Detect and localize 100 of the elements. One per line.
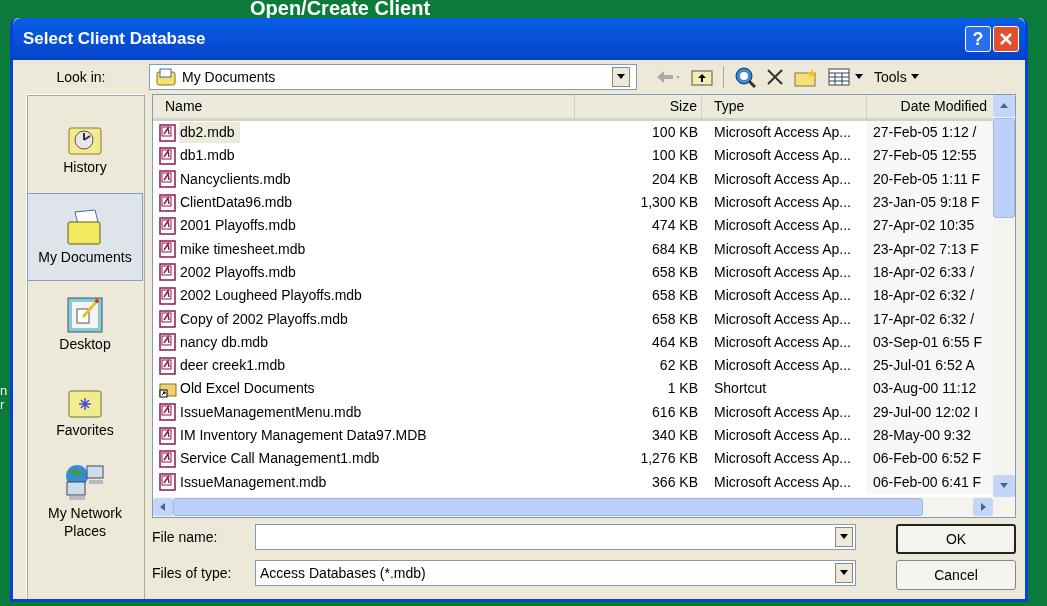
- file-size: 658 KB: [651, 262, 699, 282]
- file-size: 100 KB: [651, 146, 699, 166]
- column-header[interactable]: Size: [575, 95, 702, 118]
- caret-icon: [999, 101, 1009, 111]
- file-type: Microsoft Access Ap...: [713, 262, 852, 282]
- file-name[interactable]: deer creek1.mdb: [179, 355, 287, 377]
- file-size: 658 KB: [651, 286, 699, 306]
- close-icon: [999, 32, 1013, 46]
- horizontal-scrollbar[interactable]: [153, 497, 1015, 517]
- file-type: Microsoft Access Ap...: [713, 402, 852, 422]
- scroll-up-button[interactable]: [993, 95, 1015, 117]
- database-file-icon: [159, 240, 177, 259]
- file-date: 29-Jul-00 12:02 I: [867, 400, 993, 424]
- file-type: Microsoft Access Ap...: [713, 216, 852, 236]
- scroll-thumb[interactable]: [173, 498, 923, 516]
- file-type: Microsoft Access Ap...: [713, 239, 852, 259]
- file-type: Microsoft Access Ap...: [713, 332, 852, 352]
- file-name[interactable]: ClientData96.mdb: [179, 192, 294, 214]
- database-file-icon: [159, 123, 177, 142]
- file-name[interactable]: 2001 Playoffs.mdb: [179, 215, 297, 237]
- file-date: 18-Apr-02 6:32 /: [867, 284, 993, 308]
- caret-icon: [978, 502, 988, 512]
- file-size: 616 KB: [651, 402, 699, 422]
- file-type: Microsoft Access Ap...: [713, 193, 852, 213]
- background-text: n: [0, 384, 8, 398]
- file-size: 474 KB: [651, 216, 699, 236]
- up-folder-icon[interactable]: [691, 68, 713, 86]
- file-name[interactable]: db2.mdb: [179, 122, 241, 144]
- column-header[interactable]: Name: [153, 95, 575, 118]
- file-name[interactable]: 2002 Lougheed Playoffs.mdb: [179, 285, 363, 307]
- folder-icon: [156, 68, 176, 86]
- ok-button[interactable]: OK: [896, 524, 1016, 554]
- scroll-left-button[interactable]: [153, 498, 173, 516]
- views-button[interactable]: [828, 68, 864, 86]
- column-header[interactable]: Date Modified: [867, 95, 993, 118]
- file-size: 100 KB: [651, 123, 699, 143]
- database-file-icon: [159, 333, 177, 352]
- places-item[interactable]: My Documents: [27, 193, 143, 281]
- network-computers-icon: [63, 462, 107, 502]
- file-size: 464 KB: [651, 332, 699, 352]
- database-file-icon: [159, 263, 177, 282]
- file-date: 06-Feb-00 6:41 F: [867, 470, 993, 494]
- scroll-down-button[interactable]: [993, 475, 1015, 497]
- places-item[interactable]: History: [27, 105, 143, 193]
- file-name[interactable]: Old Excel Documents: [179, 378, 316, 400]
- close-button[interactable]: [993, 26, 1019, 52]
- file-size: 62 KB: [658, 356, 699, 376]
- file-size: 658 KB: [651, 309, 699, 329]
- window-title: Select Client Database: [23, 28, 207, 51]
- file-type: Microsoft Access Ap...: [713, 123, 852, 143]
- file-type: Microsoft Access Ap...: [713, 146, 852, 166]
- file-type: Shortcut: [713, 379, 768, 399]
- database-file-icon: [159, 193, 177, 212]
- database-file-icon: [159, 146, 177, 165]
- file-type-label: Files of type:: [152, 563, 233, 583]
- database-file-icon: [159, 449, 177, 468]
- file-name[interactable]: nancy db.mdb: [179, 331, 269, 353]
- file-name[interactable]: db1.mdb: [179, 145, 236, 167]
- file-type: Microsoft Access Ap...: [713, 472, 852, 492]
- file-name[interactable]: IssueManagementMenu.mdb: [179, 401, 363, 423]
- file-date: 27-Feb-05 1:12 /: [867, 121, 993, 145]
- file-name[interactable]: mike timesheet.mdb: [179, 238, 307, 260]
- file-date: 17-Apr-02 6:32 /: [867, 307, 993, 331]
- database-file-icon: [159, 216, 177, 235]
- places-item[interactable]: Desktop: [27, 281, 143, 369]
- delete-icon[interactable]: [766, 68, 784, 86]
- help-button[interactable]: ?: [965, 26, 991, 52]
- database-file-icon: [159, 286, 177, 305]
- places-item[interactable]: Favorites: [27, 369, 143, 457]
- file-name[interactable]: Copy of 2002 Playoffs.mdb: [179, 308, 349, 330]
- vertical-scrollbar[interactable]: [993, 95, 1015, 497]
- places-item[interactable]: My Network Places: [27, 457, 143, 545]
- scroll-right-button[interactable]: [973, 498, 993, 516]
- file-name[interactable]: Nancyclients.mdb: [179, 168, 292, 190]
- star-folder-icon: [67, 387, 103, 419]
- file-name[interactable]: IssueManagement.mdb: [179, 471, 328, 493]
- dropdown-button[interactable]: [612, 67, 630, 87]
- file-type-dropdown[interactable]: Access Databases (*.mdb): [255, 560, 856, 586]
- cancel-button[interactable]: Cancel: [896, 560, 1016, 590]
- file-date: 23-Apr-02 7:13 F: [867, 237, 993, 261]
- file-date: 20-Feb-05 1:11 F: [867, 167, 993, 191]
- file-name-label: File name:: [152, 527, 219, 547]
- file-name[interactable]: 2002 Playoffs.mdb: [179, 261, 297, 283]
- file-type: Microsoft Access Ap...: [713, 286, 852, 306]
- database-file-icon: [159, 356, 177, 375]
- file-name[interactable]: IM Inventory Management Data97.MDB: [179, 425, 428, 446]
- caret-icon: [158, 502, 168, 512]
- file-date: 28-May-00 9:32: [867, 423, 993, 448]
- scroll-thumb[interactable]: [993, 118, 1015, 218]
- search-web-icon[interactable]: [734, 66, 756, 88]
- dropdown-button[interactable]: [835, 527, 853, 547]
- dropdown-button[interactable]: [835, 563, 853, 583]
- tools-menu-button[interactable]: Tools: [874, 66, 920, 88]
- file-size: 366 KB: [651, 472, 699, 492]
- file-name[interactable]: Service Call Management1.mdb: [179, 448, 381, 470]
- file-name-field[interactable]: [255, 524, 856, 550]
- column-header[interactable]: Type: [702, 95, 867, 118]
- database-file-icon: [159, 310, 177, 328]
- file-type: Microsoft Access Ap...: [713, 169, 852, 189]
- look-in-dropdown[interactable]: My Documents: [149, 64, 637, 90]
